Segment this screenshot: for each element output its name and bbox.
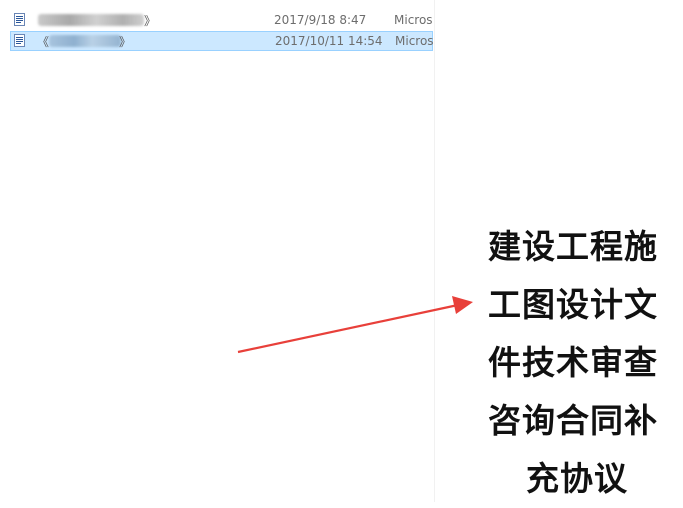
- file-type: Micros: [394, 13, 433, 27]
- file-explorer-list: 》 2017/9/18 8:47 Micros 《 》 2017/10/11 1…: [0, 0, 435, 502]
- title-line: 工图设计文: [488, 285, 658, 324]
- blurred-file-name: [49, 35, 121, 47]
- file-date-modified: 2017/10/11 14:54: [275, 34, 383, 48]
- title-line: 咨询合同补: [488, 401, 658, 440]
- file-name-prefix: 《: [37, 35, 50, 49]
- file-name-suffix: 》: [144, 14, 157, 28]
- file-type: Micros: [395, 34, 434, 48]
- file-row[interactable]: 》 2017/9/18 8:47 Micros: [10, 10, 433, 30]
- file-date-modified: 2017/9/18 8:47: [274, 13, 367, 27]
- word-document-icon: [14, 13, 25, 26]
- file-row-selected[interactable]: 《 》 2017/10/11 14:54 Micros: [10, 31, 434, 51]
- word-document-icon: [14, 34, 25, 47]
- blurred-file-name: [38, 14, 144, 26]
- document-title-vertical: 建设工程施 工图设计文 件技术审查 咨询合同补 充协议: [488, 218, 678, 508]
- title-line: 建设工程施: [488, 227, 658, 266]
- title-line: 件技术审查: [488, 343, 658, 382]
- file-name-suffix: 》: [119, 35, 132, 49]
- title-line: 充协议: [526, 459, 628, 498]
